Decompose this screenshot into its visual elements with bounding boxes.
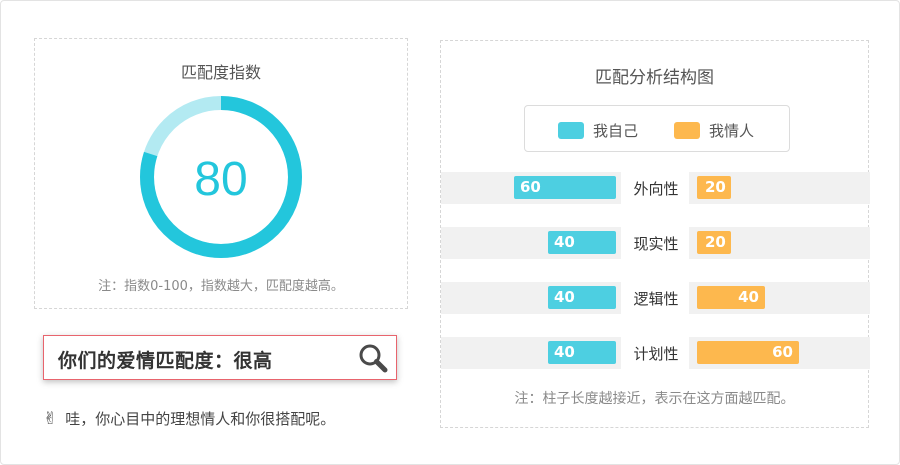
match-structure-card: 匹配分析结构图 我自己 我情人 60 外向性 20 40 现实性 20 40 逻辑性 40 40 计… bbox=[440, 40, 870, 428]
structure-note: 注：柱子长度越接近，表示在这方面越匹配。 bbox=[514, 391, 795, 407]
match-index-note: 注：指数0-100，指数越大，匹配度越高。 bbox=[98, 279, 344, 294]
match-index-title: 匹配度指数 bbox=[180, 63, 261, 82]
magnifier-icon[interactable] bbox=[357, 342, 389, 374]
gauge-value: 80 bbox=[194, 153, 247, 206]
comment-text: 哇，你心目中的理想情人和你很搭配呢。 bbox=[65, 410, 336, 428]
match-result-text: 你们的爱情匹配度：很高 bbox=[58, 350, 273, 372]
legend-swatch-self bbox=[558, 122, 584, 139]
legend-label-self: 我自己 bbox=[593, 122, 639, 140]
comment-line: ✌ 哇，你心目中的理想情人和你很搭配呢。 bbox=[43, 408, 335, 429]
legend: 我自己 我情人 bbox=[524, 105, 790, 152]
legend-swatch-partner bbox=[674, 122, 700, 139]
match-gauge: 80 bbox=[140, 96, 302, 258]
victory-hand-icon: ✌ bbox=[43, 408, 58, 429]
match-result-box[interactable]: 你们的爱情匹配度：很高 bbox=[43, 335, 397, 380]
legend-item-partner: 我情人 bbox=[674, 120, 754, 141]
screenshot-frame: 匹配度指数 80 注：指数0-100，指数越大，匹配度越高。 你们的爱情匹配度：… bbox=[0, 0, 900, 465]
bar-self: 40 bbox=[548, 286, 616, 309]
bar-partner: 40 bbox=[697, 286, 765, 309]
match-index-card: 匹配度指数 80 注：指数0-100，指数越大，匹配度越高。 bbox=[34, 38, 408, 309]
trait-label: 现实性 bbox=[633, 235, 679, 253]
bar-self: 40 bbox=[548, 231, 616, 254]
legend-item-self: 我自己 bbox=[558, 120, 638, 141]
bar-self: 60 bbox=[514, 176, 616, 199]
bar-partner: 60 bbox=[697, 341, 799, 364]
bar-partner: 20 bbox=[697, 176, 731, 199]
bar-partner: 20 bbox=[697, 231, 731, 254]
bar-self: 40 bbox=[548, 341, 616, 364]
trait-label: 计划性 bbox=[633, 345, 679, 363]
trait-label: 逻辑性 bbox=[633, 290, 679, 308]
structure-title: 匹配分析结构图 bbox=[595, 68, 714, 88]
trait-label: 外向性 bbox=[633, 180, 679, 198]
legend-label-partner: 我情人 bbox=[709, 122, 755, 140]
